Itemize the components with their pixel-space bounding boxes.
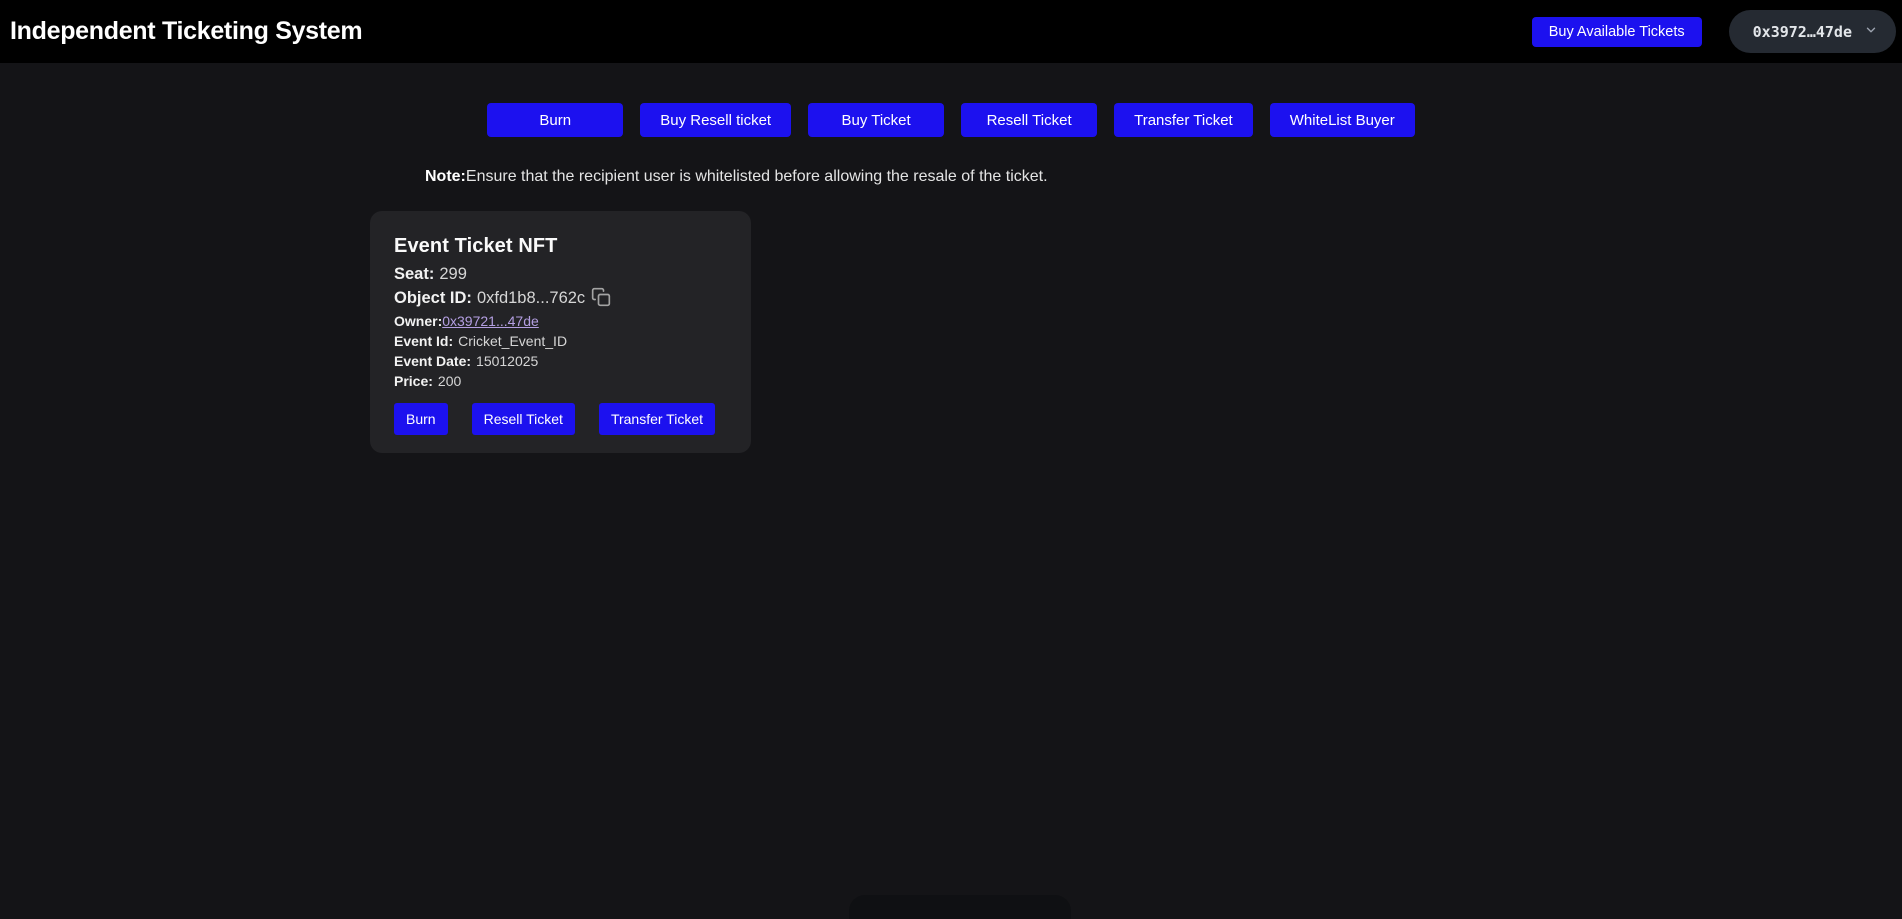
nav-button-whitelist-buyer[interactable]: WhiteList Buyer	[1270, 103, 1415, 137]
buy-available-tickets-button[interactable]: Buy Available Tickets	[1532, 17, 1702, 47]
card-burn-button[interactable]: Burn	[394, 403, 448, 435]
field-label: Price:	[394, 373, 433, 389]
card-resell-ticket-button[interactable]: Resell Ticket	[472, 403, 575, 435]
ticket-field-owner: Owner:0x39721...47de	[394, 311, 727, 331]
ticket-field-object-id: Object ID: 0xfd1b8...762c	[394, 287, 727, 309]
ticket-field-event-id: Event Id: Cricket_Event_ID	[394, 331, 727, 351]
chevron-down-icon	[1864, 23, 1878, 41]
ticket-field-price: Price: 200	[394, 371, 727, 391]
field-label: Owner:	[394, 313, 442, 329]
ticket-card: Event Ticket NFT Seat: 299 Object ID: 0xfd…	[370, 211, 751, 453]
nav-button-transfer-ticket[interactable]: Transfer Ticket	[1114, 103, 1253, 137]
ticket-card-title: Event Ticket NFT	[394, 233, 727, 259]
app-header: Independent Ticketing System Buy Availab…	[0, 0, 1902, 63]
copy-icon[interactable]	[591, 287, 611, 307]
action-nav: Burn Buy Resell ticket Buy Ticket Resell…	[0, 103, 1902, 137]
field-label: Event Id:	[394, 333, 453, 349]
field-value: 200	[438, 373, 461, 389]
field-value: 15012025	[476, 353, 538, 369]
nav-button-resell-ticket[interactable]: Resell Ticket	[961, 103, 1097, 137]
field-label: Seat:	[394, 265, 434, 283]
wallet-account-button[interactable]: 0x3972…47de	[1729, 10, 1896, 53]
wallet-address: 0x3972…47de	[1753, 23, 1852, 41]
card-transfer-ticket-button[interactable]: Transfer Ticket	[599, 403, 715, 435]
field-value: 299	[439, 265, 467, 283]
nav-button-buy-ticket[interactable]: Buy Ticket	[808, 103, 944, 137]
bottom-overlay-peek	[849, 895, 1071, 919]
nav-button-burn[interactable]: Burn	[487, 103, 623, 137]
app-title: Independent Ticketing System	[10, 17, 362, 46]
nav-button-buy-resell-ticket[interactable]: Buy Resell ticket	[640, 103, 791, 137]
field-label: Object ID:	[394, 289, 472, 307]
note-text: Ensure that the recipient user is whitel…	[466, 168, 1048, 185]
field-label: Event Date:	[394, 353, 471, 369]
header-actions: Buy Available Tickets 0x3972…47de	[1532, 10, 1896, 53]
ticket-card-actions: Burn Resell Ticket Transfer Ticket	[394, 403, 727, 435]
owner-address-link[interactable]: 0x39721...47de	[442, 313, 539, 329]
field-value: Cricket_Event_ID	[458, 333, 567, 349]
whitelist-note: Note:Ensure that the recipient user is w…	[425, 166, 1048, 187]
note-label: Note:	[425, 168, 466, 185]
field-value: 0xfd1b8...762c	[477, 289, 585, 307]
ticket-field-event-date: Event Date: 15012025	[394, 351, 727, 371]
ticket-field-seat: Seat: 299	[394, 263, 727, 285]
